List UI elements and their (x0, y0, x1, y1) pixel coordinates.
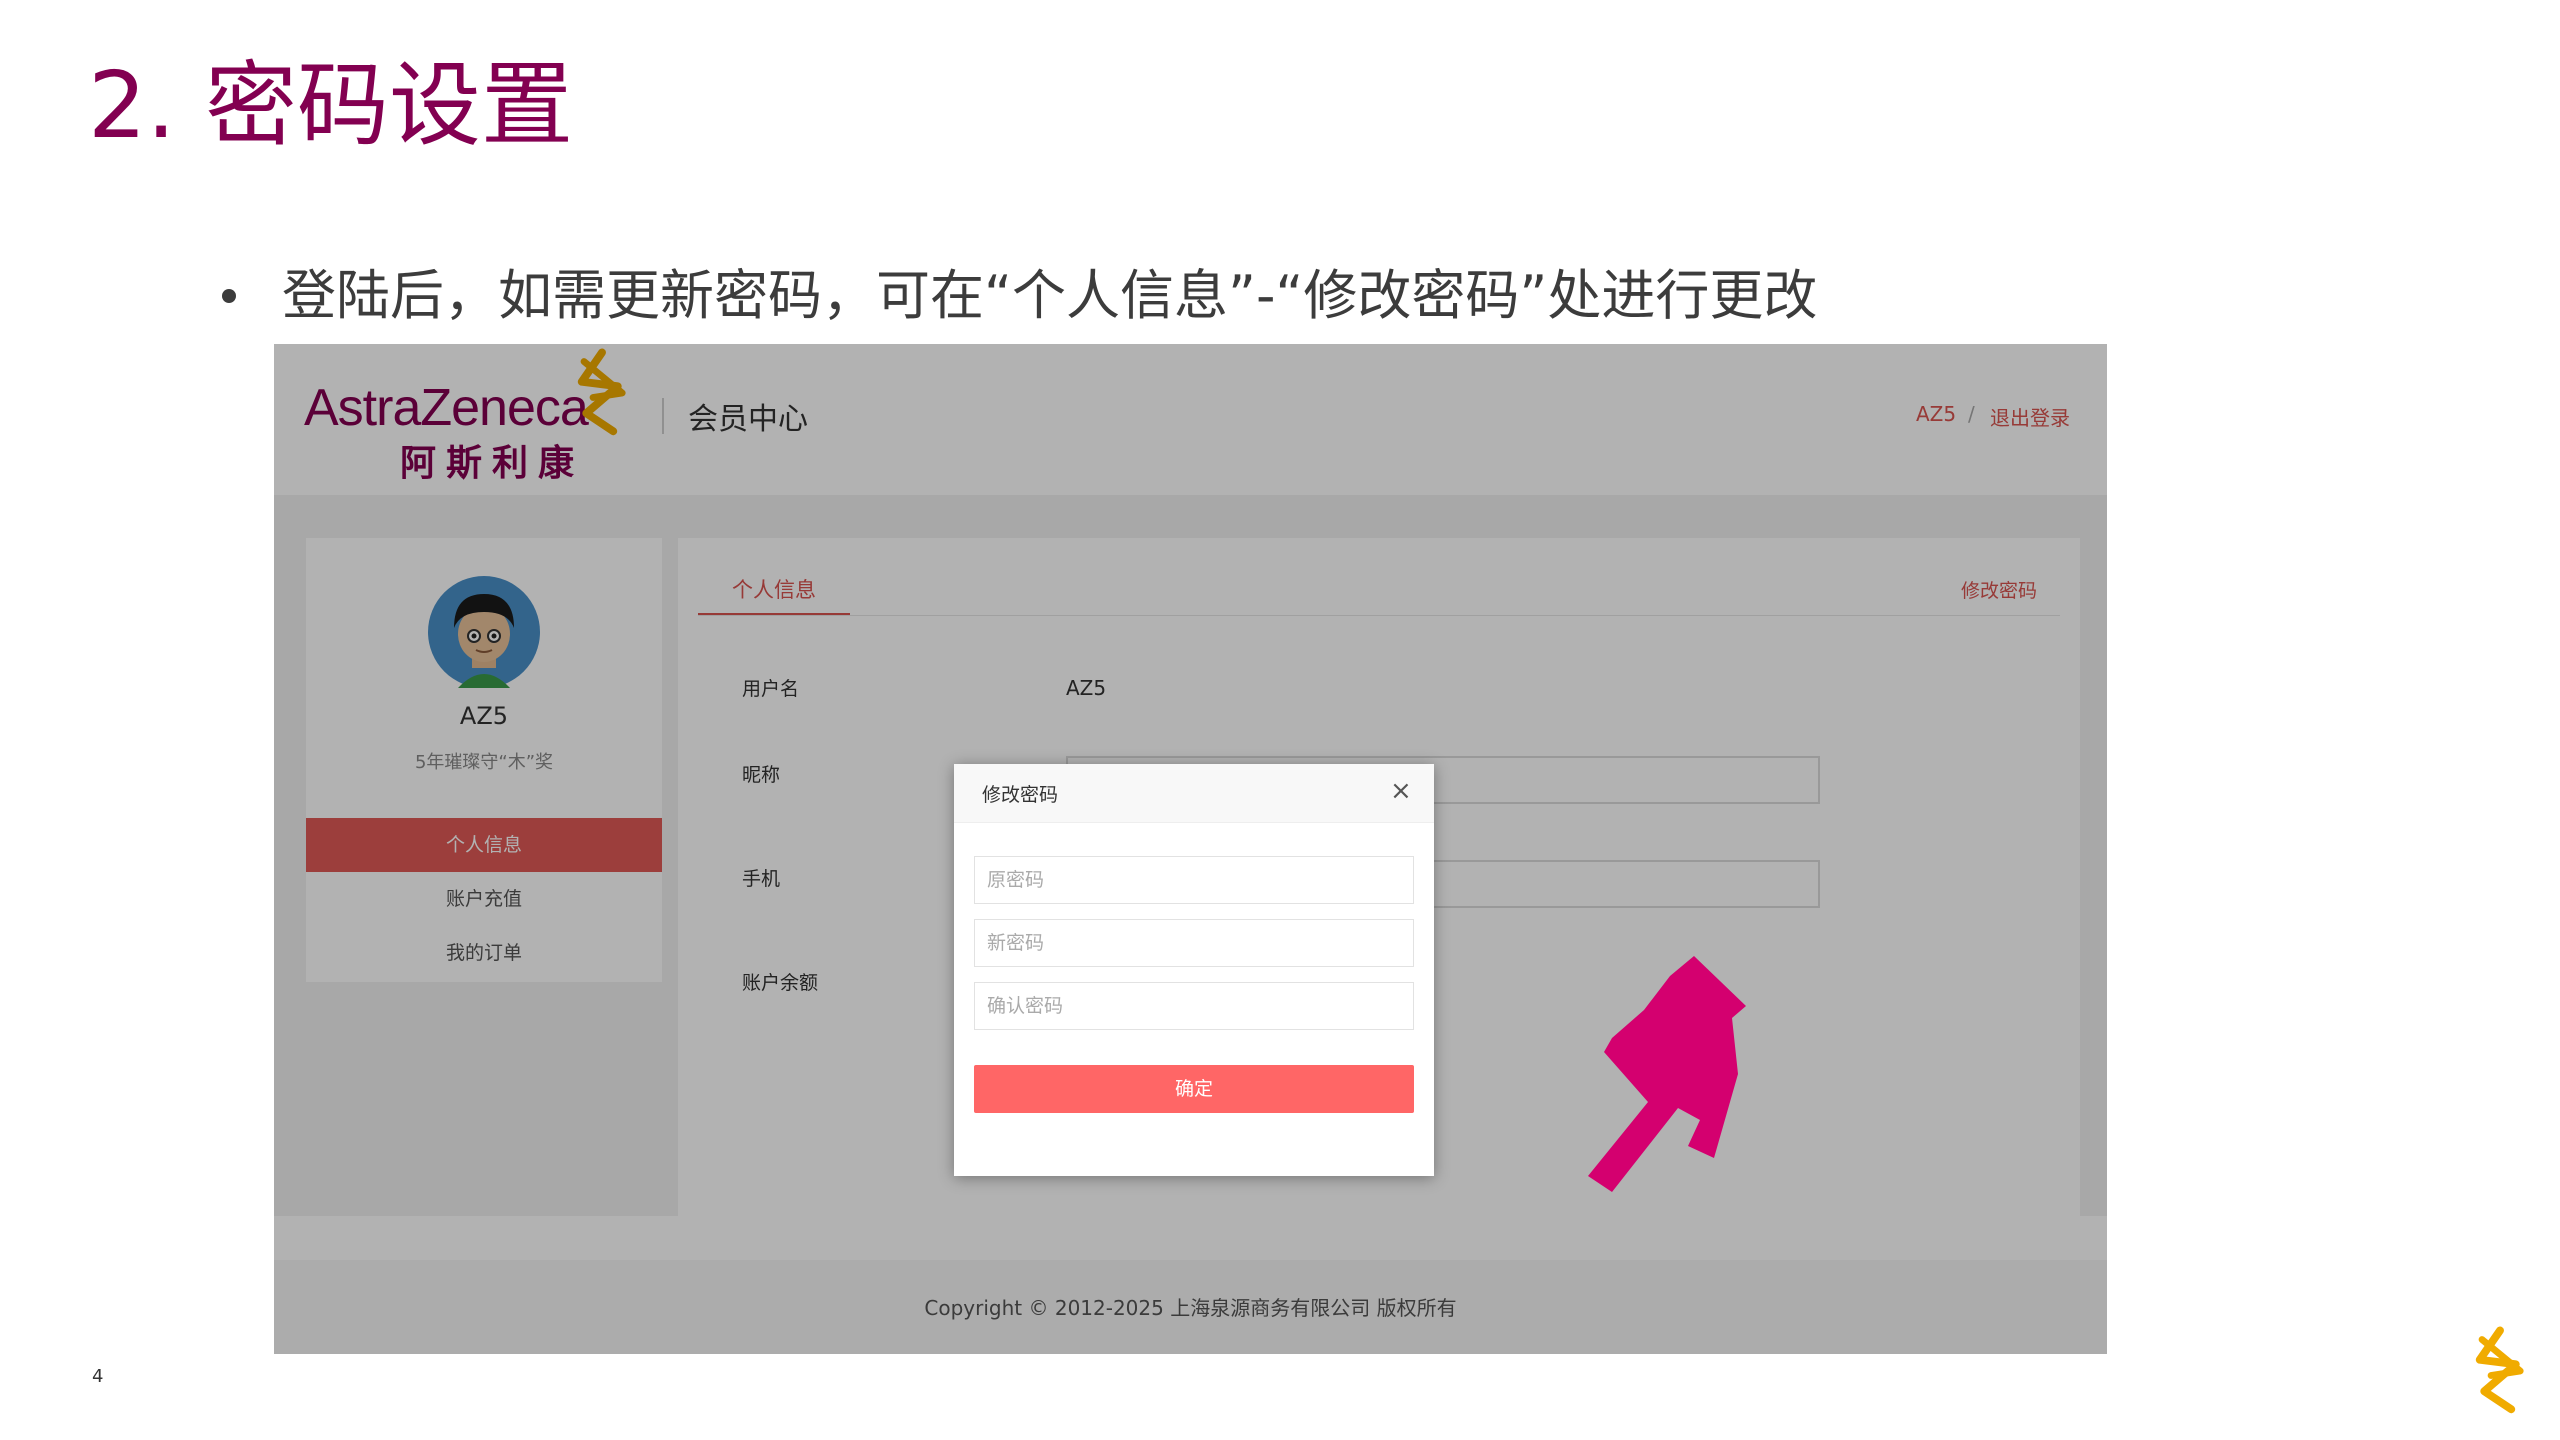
bullet-item: 登陆后，如需更新密码，可在“个人信息”-“修改密码”处进行更改 (222, 262, 1817, 330)
page-number: 4 (92, 1366, 104, 1387)
new-password-field[interactable] (974, 919, 1414, 967)
astrazeneca-helix-icon (2475, 1326, 2524, 1414)
confirm-button[interactable]: 确定 (974, 1065, 1414, 1113)
change-password-dialog: 修改密码 × 确定 (954, 764, 1434, 1176)
bullet-text: 登陆后，如需更新密码，可在“个人信息”-“修改密码”处进行更改 (282, 264, 1818, 327)
website-screenshot: AstraZeneca 阿斯利康 会员中心 AZ5 / 退出登录 AZ5 5年璀… (274, 344, 2107, 1354)
dialog-header: 修改密码 × (954, 764, 1434, 823)
close-icon[interactable]: × (1390, 778, 1412, 804)
dialog-title: 修改密码 (982, 784, 1059, 806)
bullet-dot (222, 289, 236, 304)
slide-title: 2. 密码设置 (88, 52, 574, 159)
confirm-password-field[interactable] (974, 982, 1414, 1030)
old-password-field[interactable] (974, 856, 1414, 904)
pointing-hand-icon (1588, 956, 1746, 1192)
